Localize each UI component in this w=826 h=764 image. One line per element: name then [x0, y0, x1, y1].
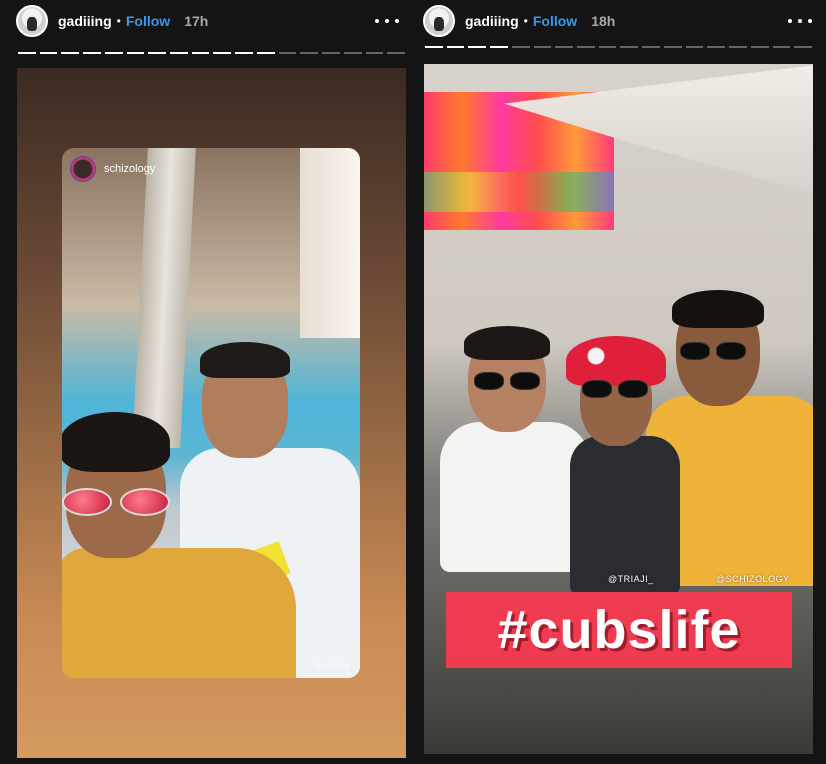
follow-button[interactable]: Follow	[126, 13, 170, 29]
story-header: gadiiing • Follow 17h	[16, 4, 399, 38]
progress-segment	[555, 46, 574, 48]
progress-segment	[235, 52, 253, 54]
mention-sticker-schizology[interactable]: @SCHIZOLOGY	[716, 574, 790, 584]
progress-segment	[322, 52, 340, 54]
reshare-username: schizology	[104, 163, 156, 175]
progress-segment	[729, 46, 747, 48]
progress-segment	[61, 52, 80, 54]
progress-segment	[256, 52, 275, 54]
story-right[interactable]: gadiiing • Follow 18h @TRIAJI_ @SCHIZOLO…	[413, 0, 826, 764]
mention-sticker-triaji[interactable]: @TRIAJI_	[608, 574, 654, 584]
progress-segment	[387, 52, 405, 54]
progress-segment	[620, 46, 639, 48]
person-red-glasses	[62, 412, 296, 678]
hashtag-sticker[interactable]: #cubslife	[446, 592, 792, 668]
progress-segment	[104, 52, 123, 54]
username[interactable]: gadiiing	[465, 13, 519, 29]
progress-segment	[794, 46, 812, 48]
progress-segment	[511, 46, 530, 48]
progress-segment	[577, 46, 595, 48]
story-progress-bar	[425, 46, 812, 49]
progress-segment	[533, 46, 552, 48]
follow-button[interactable]: Follow	[533, 13, 577, 29]
progress-segment	[191, 52, 210, 54]
progress-segment	[126, 52, 145, 54]
progress-segment	[170, 52, 188, 54]
post-time: 18h	[591, 13, 616, 29]
story-progress-bar	[18, 52, 405, 55]
progress-segment	[18, 52, 36, 54]
progress-segment	[446, 46, 465, 48]
progress-segment	[300, 52, 319, 54]
progress-segment	[685, 46, 704, 48]
progress-segment	[750, 46, 769, 48]
story-header: gadiiing • Follow 18h	[423, 4, 812, 38]
progress-segment	[148, 52, 167, 54]
story-left[interactable]: gadiiing • Follow 17h schizology @gadiii…	[0, 0, 413, 764]
progress-segment	[642, 46, 660, 48]
watermark-text: @gadiiing	[314, 661, 350, 670]
progress-segment	[490, 46, 508, 48]
more-options-icon[interactable]	[375, 11, 399, 31]
progress-segment	[598, 46, 617, 48]
reshare-avatar	[70, 156, 96, 182]
reshare-attribution[interactable]: schizology	[70, 156, 155, 182]
progress-segment	[663, 46, 682, 48]
progress-segment	[425, 46, 443, 48]
progress-segment	[39, 52, 58, 54]
more-options-icon[interactable]	[788, 11, 812, 31]
progress-segment	[772, 46, 791, 48]
reshared-story-card[interactable]: schizology @gadiiing	[62, 148, 360, 678]
progress-segment	[343, 52, 362, 54]
progress-segment	[468, 46, 487, 48]
story-media[interactable]: @TRIAJI_ @SCHIZOLOGY #cubslife	[424, 64, 813, 754]
progress-segment	[213, 52, 232, 54]
username[interactable]: gadiiing	[58, 13, 112, 29]
story-media[interactable]: schizology @gadiiing	[17, 68, 406, 758]
profile-avatar[interactable]	[16, 5, 48, 37]
profile-avatar[interactable]	[423, 5, 455, 37]
progress-segment	[278, 52, 297, 54]
separator-dot: •	[523, 14, 528, 28]
progress-segment	[365, 52, 384, 54]
progress-segment	[707, 46, 726, 48]
post-time: 17h	[184, 13, 209, 29]
hashtag-text: #cubslife	[497, 600, 741, 660]
progress-segment	[83, 52, 101, 54]
separator-dot: •	[116, 14, 121, 28]
